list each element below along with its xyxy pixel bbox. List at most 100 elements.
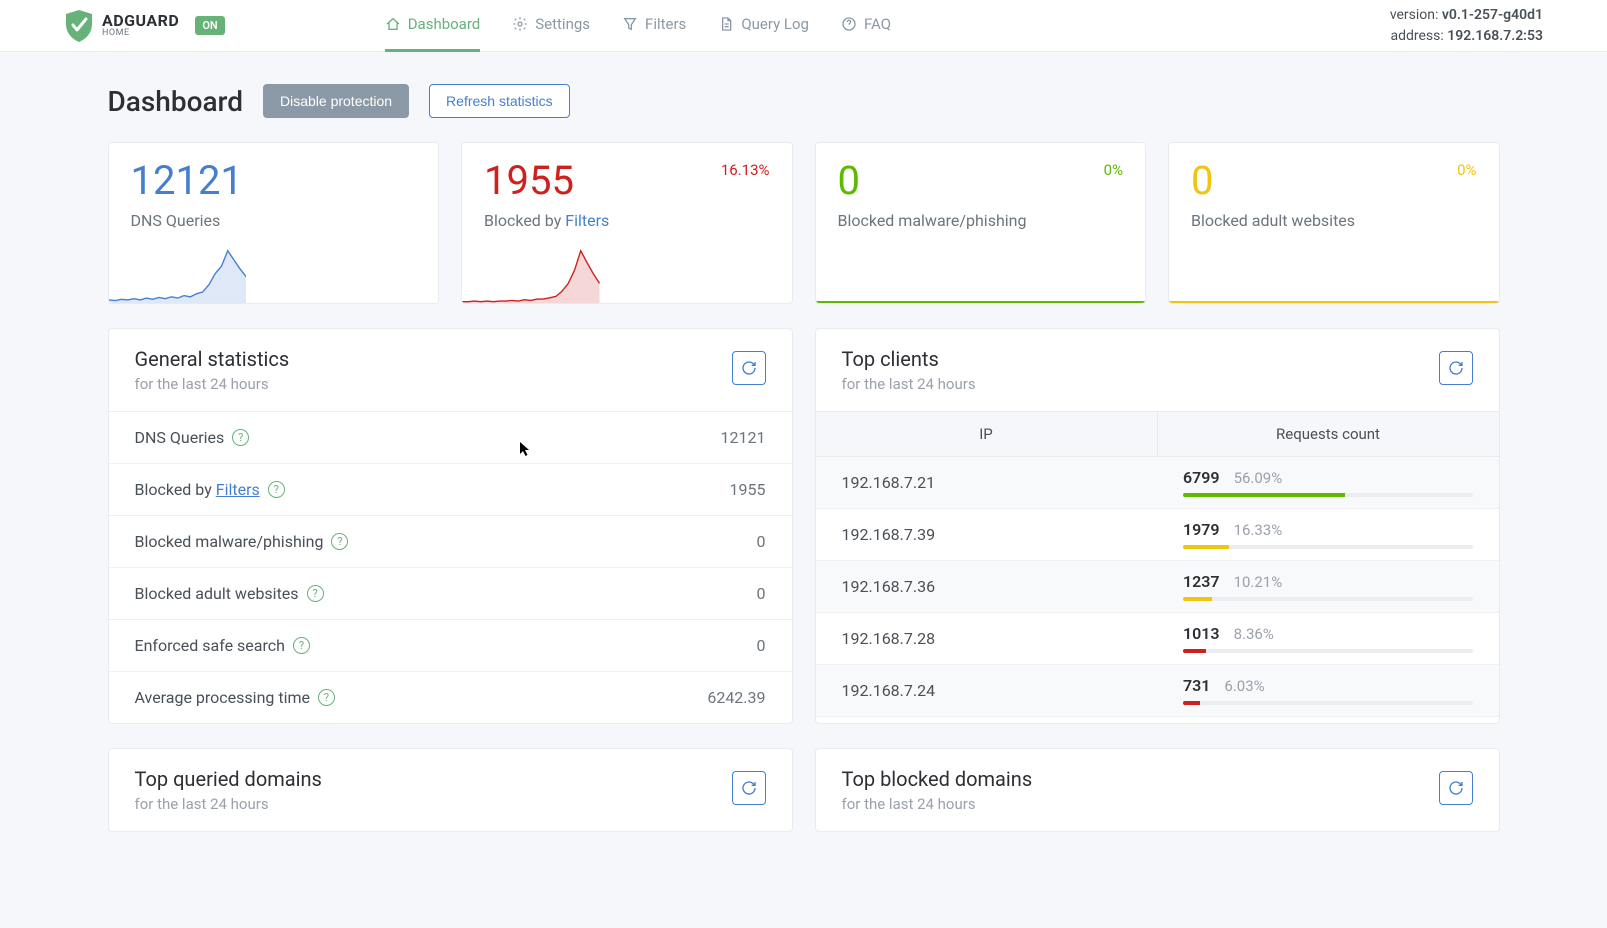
logo-subtitle: HOME bbox=[102, 29, 179, 38]
stat-card-malware: 0% 0 Blocked malware/phishing bbox=[815, 142, 1147, 304]
blocked-pct: 16.13% bbox=[721, 161, 770, 179]
top-queried-sub: for the last 24 hours bbox=[135, 795, 732, 813]
top-blocked-domains-panel: Top blocked domains for the last 24 hour… bbox=[815, 748, 1500, 832]
table-row: 192.168.7.2810138.36% bbox=[816, 613, 1499, 665]
stat-row-label: Blocked by Filters? bbox=[135, 480, 730, 499]
malware-pct: 0% bbox=[1104, 161, 1123, 179]
help-icon[interactable]: ? bbox=[268, 481, 285, 498]
top-queried-domains-panel: Top queried domains for the last 24 hour… bbox=[108, 748, 793, 832]
status-badge: ON bbox=[195, 16, 224, 35]
nav-filters[interactable]: Filters bbox=[622, 0, 686, 52]
top-queried-title: Top queried domains bbox=[135, 767, 732, 791]
app-logo[interactable]: ADGUARD HOME ON bbox=[64, 9, 225, 43]
client-requests: 679956.09% bbox=[1157, 458, 1499, 507]
filters-link[interactable]: Filters bbox=[216, 480, 260, 499]
table-row: 192.168.7.36123710.21% bbox=[816, 561, 1499, 613]
top-clients-panel: Top clients for the last 24 hours IP Req… bbox=[815, 328, 1500, 724]
table-row: 192.168.7.21679956.09% bbox=[816, 457, 1499, 509]
nav-filters-label: Filters bbox=[645, 15, 686, 33]
adult-flatline bbox=[1169, 301, 1499, 303]
col-ip[interactable]: IP bbox=[816, 412, 1158, 456]
col-requests[interactable]: Requests count bbox=[1158, 412, 1499, 456]
nav-settings-label: Settings bbox=[535, 15, 590, 33]
dns-queries-value: 12121 bbox=[131, 161, 417, 201]
gear-icon bbox=[512, 16, 528, 32]
stat-row-value: 6242.39 bbox=[707, 688, 765, 707]
refresh-icon bbox=[741, 780, 757, 796]
nav-querylog[interactable]: Query Log bbox=[718, 0, 809, 52]
help-icon bbox=[841, 16, 857, 32]
stat-row: DNS Queries?12121 bbox=[109, 411, 792, 463]
stat-row-label: Average processing time? bbox=[135, 688, 708, 707]
dns-queries-label: DNS Queries bbox=[131, 211, 417, 230]
stat-row-label: Blocked adult websites? bbox=[135, 584, 757, 603]
help-icon[interactable]: ? bbox=[331, 533, 348, 550]
help-icon[interactable]: ? bbox=[318, 689, 335, 706]
stat-row: Blocked adult websites?0 bbox=[109, 567, 792, 619]
stat-row-label: Blocked malware/phishing? bbox=[135, 532, 757, 551]
top-clients-table-body[interactable]: 192.168.7.21679956.09%192.168.7.39197916… bbox=[816, 457, 1499, 717]
top-clients-title: Top clients bbox=[842, 347, 1439, 371]
nav-faq-label: FAQ bbox=[864, 15, 891, 33]
client-ip: 192.168.7.21 bbox=[816, 457, 1158, 508]
client-ip: 192.168.7.36 bbox=[816, 561, 1158, 612]
table-row: 192.168.7.39197916.33% bbox=[816, 509, 1499, 561]
page-title: Dashboard bbox=[108, 85, 243, 118]
top-blocked-sub: for the last 24 hours bbox=[842, 795, 1439, 813]
general-stats-title: General statistics bbox=[135, 347, 732, 371]
stat-card-dns-queries: 12121 DNS Queries bbox=[108, 142, 440, 304]
shield-icon bbox=[64, 9, 94, 43]
help-icon[interactable]: ? bbox=[293, 637, 310, 654]
top-clients-sub: for the last 24 hours bbox=[842, 375, 1439, 393]
client-ip: 192.168.7.24 bbox=[816, 665, 1158, 716]
stat-row-value: 0 bbox=[757, 532, 766, 551]
help-icon[interactable]: ? bbox=[232, 429, 249, 446]
stat-card-blocked-filters: 16.13% 1955 Blocked by Filters bbox=[461, 142, 793, 304]
client-ip: 192.168.7.39 bbox=[816, 509, 1158, 560]
version-info: version: v0.1-257-g40d1 address: 192.168… bbox=[1390, 5, 1543, 47]
malware-value: 0 bbox=[838, 161, 1124, 201]
client-requests: 7316.03% bbox=[1157, 666, 1499, 715]
client-requests: 197916.33% bbox=[1157, 510, 1499, 559]
top-blocked-title: Top blocked domains bbox=[842, 767, 1439, 791]
nav-querylog-label: Query Log bbox=[741, 15, 809, 33]
client-requests: 10138.36% bbox=[1157, 614, 1499, 663]
main-nav: Dashboard Settings Filters Query Log FAQ bbox=[385, 0, 891, 52]
stat-row: Average processing time?6242.39 bbox=[109, 671, 792, 723]
stat-row: Blocked by Filters?1955 bbox=[109, 463, 792, 515]
client-requests: 123710.21% bbox=[1157, 562, 1499, 611]
malware-label: Blocked malware/phishing bbox=[838, 211, 1124, 230]
help-icon[interactable]: ? bbox=[307, 585, 324, 602]
refresh-general-stats-button[interactable] bbox=[732, 351, 766, 385]
nav-faq[interactable]: FAQ bbox=[841, 0, 891, 52]
disable-protection-button[interactable]: Disable protection bbox=[263, 84, 409, 118]
stat-row-value: 12121 bbox=[721, 428, 766, 447]
stat-card-adult: 0% 0 Blocked adult websites bbox=[1168, 142, 1500, 304]
blocked-label: Blocked by Filters bbox=[484, 211, 770, 230]
general-stats-sub: for the last 24 hours bbox=[135, 375, 732, 393]
adult-value: 0 bbox=[1191, 161, 1477, 201]
refresh-icon bbox=[1448, 780, 1464, 796]
top-navbar: ADGUARD HOME ON Dashboard Settings Filte… bbox=[0, 0, 1607, 52]
refresh-icon bbox=[1448, 360, 1464, 376]
refresh-icon bbox=[741, 360, 757, 376]
stat-cards-row: 12121 DNS Queries 16.13% 1955 Blocked by… bbox=[108, 142, 1500, 304]
refresh-statistics-button[interactable]: Refresh statistics bbox=[429, 84, 570, 118]
nav-dashboard[interactable]: Dashboard bbox=[385, 0, 481, 52]
stat-row: Enforced safe search?0 bbox=[109, 619, 792, 671]
stat-row-label: DNS Queries? bbox=[135, 428, 721, 447]
malware-flatline bbox=[816, 301, 1146, 303]
stat-row-value: 0 bbox=[757, 584, 766, 603]
refresh-top-queried-button[interactable] bbox=[732, 771, 766, 805]
document-icon bbox=[718, 16, 734, 32]
top-clients-table-head: IP Requests count bbox=[816, 411, 1499, 457]
refresh-top-clients-button[interactable] bbox=[1439, 351, 1473, 385]
refresh-top-blocked-button[interactable] bbox=[1439, 771, 1473, 805]
adult-pct: 0% bbox=[1457, 161, 1476, 179]
stat-row-value: 1955 bbox=[730, 480, 766, 499]
stat-row: Blocked malware/phishing?0 bbox=[109, 515, 792, 567]
filters-link[interactable]: Filters bbox=[565, 211, 609, 230]
table-row: 192.168.7.247316.03% bbox=[816, 665, 1499, 717]
blocked-sparkline bbox=[462, 248, 600, 303]
nav-settings[interactable]: Settings bbox=[512, 0, 590, 52]
